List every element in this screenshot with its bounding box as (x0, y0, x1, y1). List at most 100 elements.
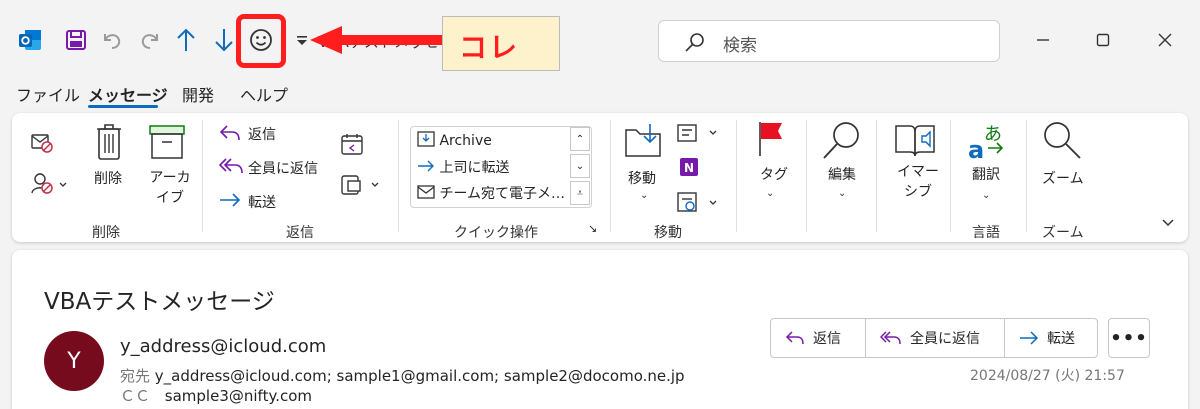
ribbon-separator (1026, 120, 1027, 232)
meeting-reply-icon[interactable] (340, 132, 366, 160)
quick-steps-launcher-icon[interactable]: ↘ (588, 222, 597, 235)
more-respond-icon[interactable] (340, 172, 382, 200)
group-label-language: 言語 (972, 225, 1000, 241)
ribbon-separator (876, 120, 877, 232)
quick-steps-scroll-down[interactable]: ⌄ (570, 154, 590, 178)
delete-button[interactable]: 削除 (94, 168, 122, 188)
archive-icon (417, 131, 435, 147)
ribbon-separator (398, 120, 399, 232)
message-date: 2024/08/27 (火) 21:57 (970, 368, 1125, 384)
immersive-reader-button[interactable]: イマーシブ (892, 162, 944, 202)
quick-step-label: チーム宛て電子メ… (439, 186, 566, 202)
group-label-delete: 削除 (92, 225, 120, 241)
tab-file[interactable]: ファイル (16, 82, 80, 106)
tags-button[interactable]: タグ (760, 164, 788, 184)
delete-icon[interactable] (94, 122, 124, 166)
edit-button[interactable]: 編集 (828, 164, 856, 184)
onenote-icon[interactable]: N (678, 156, 700, 182)
zoom-icon[interactable] (1040, 118, 1084, 166)
group-label-quick-steps: クイック操作 (454, 225, 538, 241)
forward-message-button[interactable]: 転送 (1005, 319, 1097, 357)
translate-icon[interactable]: aあ (966, 120, 1010, 166)
recipients-cc: ＣＣ sample3@nifty.com (120, 385, 312, 406)
immersive-reader-icon[interactable] (892, 118, 940, 166)
sender-address[interactable]: y_address@icloud.com (120, 336, 326, 357)
tab-message[interactable]: メッセージ (88, 82, 168, 106)
find-search-icon[interactable] (820, 118, 864, 166)
group-label-reply: 返信 (286, 225, 314, 241)
ignore-icon[interactable] (30, 132, 54, 158)
group-label-zoom: ズーム (1042, 225, 1084, 241)
message-subject: VBAテストメッセージ (44, 289, 275, 315)
ribbon-separator (202, 120, 203, 232)
reply-all-message-button[interactable]: 全員に返信 (866, 319, 1004, 357)
forward-button[interactable]: 転送 (248, 192, 276, 212)
annotation-highlight-box (236, 14, 286, 68)
annotation-note: コレ (442, 16, 560, 71)
forward-icon[interactable] (218, 190, 242, 214)
tab-developer[interactable]: 開発 (182, 82, 214, 106)
reply-button[interactable]: 返信 (248, 124, 276, 144)
annotation-label: コレ (459, 31, 520, 64)
move-dropdown-chevron-icon[interactable]: ⌄ (640, 186, 648, 202)
quick-step-forward-to-boss[interactable]: 上司に転送 (417, 157, 509, 177)
reply-message-button[interactable]: 返信 (771, 319, 865, 357)
block-sender-icon[interactable] (30, 172, 70, 200)
reply-all-button[interactable]: 全員に返信 (248, 158, 318, 178)
to-addresses[interactable]: y_address@icloud.com; sample1@gmail.com;… (155, 367, 685, 385)
redo-icon[interactable] (134, 24, 166, 56)
group-label-move: 移動 (654, 225, 682, 241)
zoom-button[interactable]: ズーム (1042, 168, 1084, 188)
ribbon-separator (950, 120, 951, 232)
flag-icon[interactable] (756, 120, 786, 162)
maximize-button[interactable] (1088, 24, 1118, 56)
collapse-ribbon-chevron-icon[interactable] (1160, 214, 1176, 234)
avatar[interactable]: Y (44, 331, 104, 391)
close-button[interactable] (1150, 24, 1180, 56)
svg-text:N: N (684, 161, 694, 175)
rules-icon[interactable] (676, 122, 720, 148)
ribbon-separator (736, 120, 737, 232)
reply-icon[interactable] (218, 122, 242, 148)
translate-button[interactable]: 翻訳 (972, 164, 1000, 184)
tags-dropdown-chevron-icon[interactable]: ⌄ (766, 184, 774, 200)
search-input[interactable]: 検索 (658, 20, 1000, 62)
svg-text:a: a (968, 136, 984, 162)
avatar-initial: Y (67, 348, 81, 374)
move-actions-icon[interactable] (676, 190, 720, 218)
archive-icon[interactable] (148, 124, 186, 164)
archive-button[interactable]: アーカイブ (148, 168, 192, 208)
move-button[interactable]: 移動 (628, 168, 656, 188)
ribbon-separator (806, 120, 807, 232)
outlook-logo-icon (14, 24, 46, 56)
undo-icon[interactable] (96, 24, 128, 56)
reply-all-icon (880, 331, 901, 345)
ribbon-separator (610, 120, 611, 232)
annotation-arrow-icon (310, 26, 444, 54)
reply-all-icon[interactable] (218, 155, 244, 181)
forward-icon (418, 160, 434, 172)
mail-icon (417, 185, 435, 199)
active-tab-indicator (88, 105, 158, 108)
save-icon[interactable] (60, 24, 92, 56)
forward-label: 転送 (1047, 331, 1075, 347)
reply-label: 返信 (813, 331, 841, 347)
cc-label: ＣＣ (120, 387, 151, 405)
quick-step-team-email[interactable]: チーム宛て電子メ… (417, 183, 565, 203)
quick-step-label: 上司に転送 (439, 160, 510, 176)
cc-addresses[interactable]: sample3@nifty.com (165, 387, 312, 405)
minimize-button[interactable] (1028, 24, 1058, 56)
reply-all-label: 全員に返信 (910, 331, 980, 347)
quick-steps-gallery: Archive 上司に転送 チーム宛て電子メ… (410, 126, 592, 208)
quick-steps-expand[interactable]: ⩡ (570, 181, 590, 205)
quick-steps-scroll-up[interactable]: ⌃ (570, 127, 590, 151)
edit-dropdown-chevron-icon[interactable]: ⌄ (838, 184, 846, 200)
more-actions-button[interactable]: ••• (1108, 318, 1150, 358)
tab-help[interactable]: ヘルプ (240, 82, 288, 106)
quick-step-archive[interactable]: Archive (417, 131, 492, 149)
forward-icon (1020, 331, 1039, 345)
translate-dropdown-chevron-icon[interactable]: ⌄ (982, 186, 990, 202)
move-icon[interactable] (624, 122, 664, 162)
search-icon (685, 33, 704, 52)
previous-item-up-arrow-icon[interactable] (170, 24, 202, 56)
